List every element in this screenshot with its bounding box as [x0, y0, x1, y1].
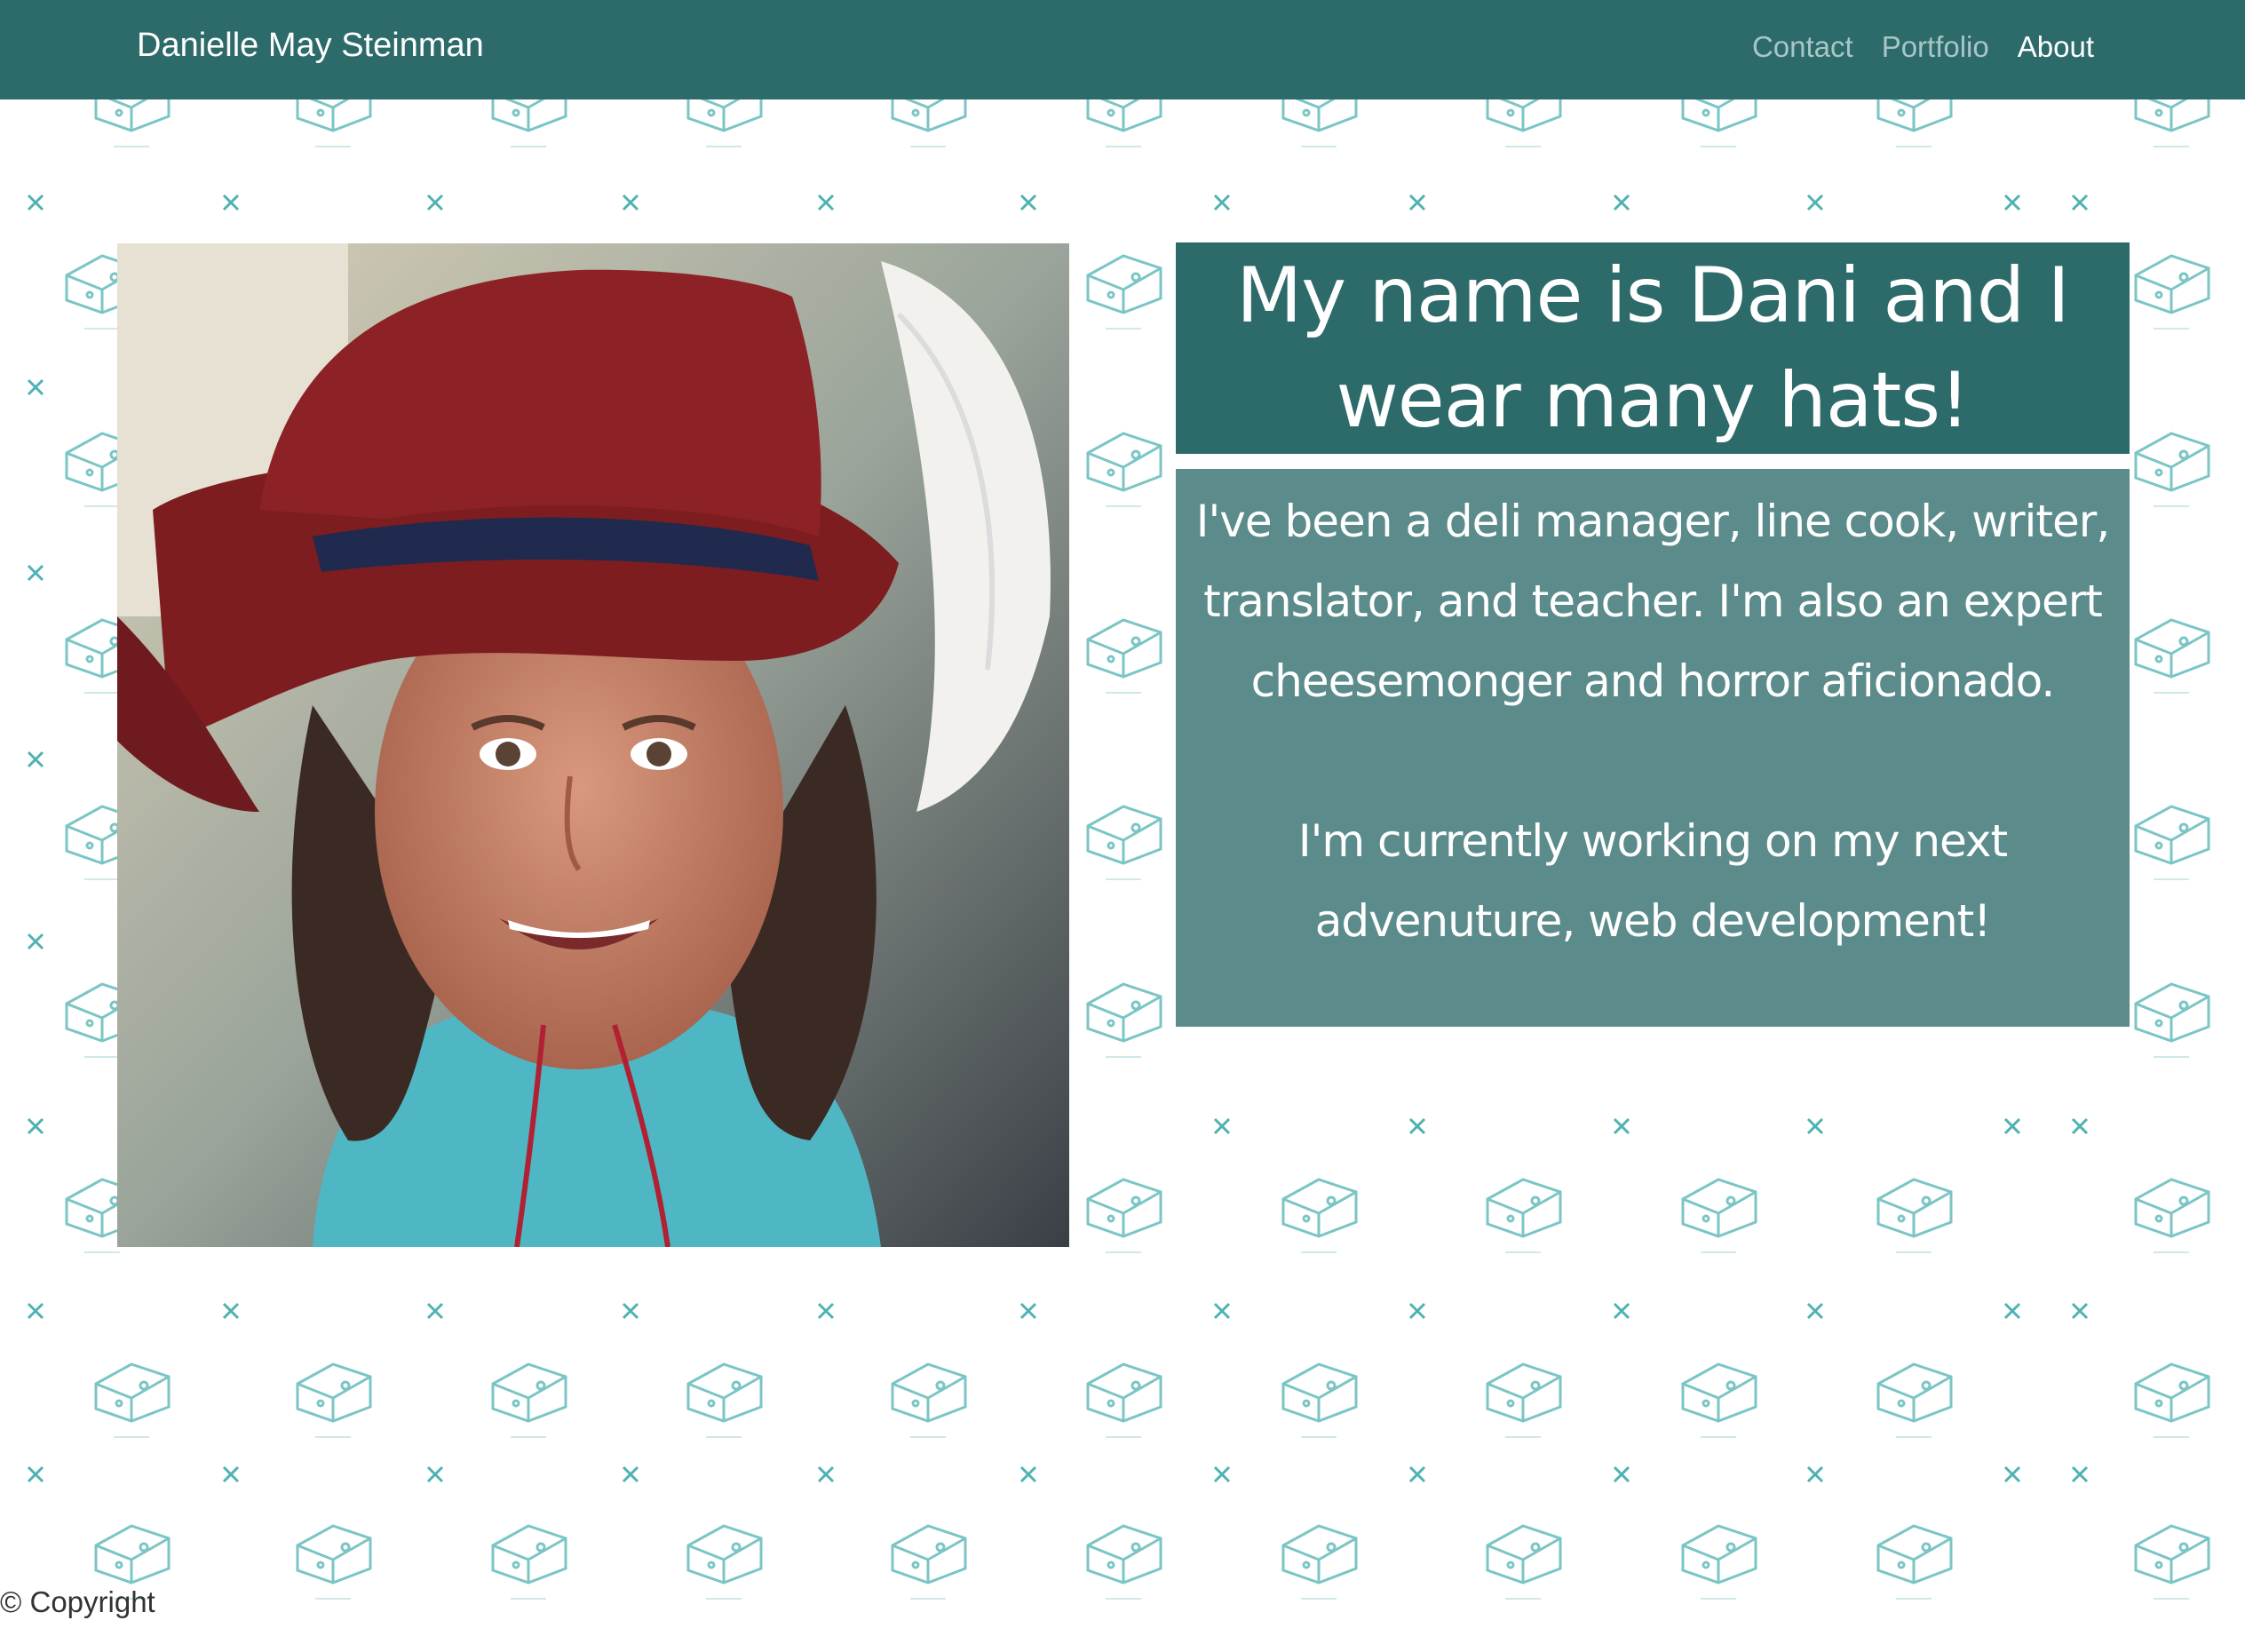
bio-box: I've been a deli manager, line cook, wri… [1176, 469, 2130, 1027]
nav-link-about[interactable]: About [2018, 30, 2094, 64]
heading-box: My name is Dani and I wear many hats! [1176, 242, 2130, 454]
page-heading: My name is Dani and I wear many hats! [1236, 251, 2070, 445]
copyright-text: © Copyright [0, 1585, 155, 1618]
navbar: Danielle May Steinman Contact Portfolio … [0, 0, 2245, 99]
profile-photo [117, 243, 1069, 1247]
nav-link-portfolio[interactable]: Portfolio [1882, 30, 1989, 64]
brand-link[interactable]: Danielle May Steinman [137, 27, 484, 65]
nav-link-contact[interactable]: Contact [1752, 30, 1853, 64]
bio-paragraph-1: I've been a deli manager, line cook, wri… [1195, 496, 2111, 707]
bio-paragraph-2: I'm currently working on my next advenut… [1297, 815, 2008, 947]
about-page: Danielle May Steinman Contact Portfolio … [0, 0, 2245, 1652]
nav-links: Contact Portfolio About [1752, 30, 2094, 64]
